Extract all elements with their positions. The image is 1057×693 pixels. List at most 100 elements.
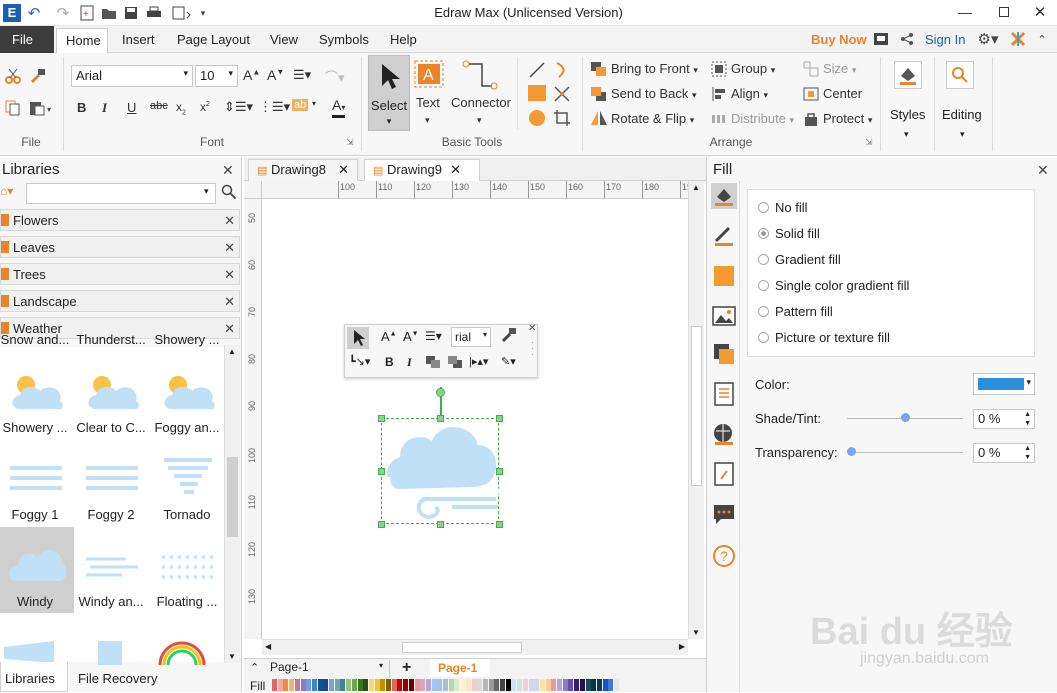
palette-swatch[interactable] <box>363 679 369 691</box>
close-window-icon[interactable]: ✕ <box>1030 3 1050 21</box>
attachment-icon[interactable] <box>711 461 737 487</box>
palette-swatch[interactable] <box>534 679 540 691</box>
library-shape[interactable]: Showery ... <box>0 353 74 439</box>
line-spacing-icon[interactable]: ⇕☰▾ <box>224 99 253 115</box>
fill-option-no-fill[interactable]: No fill <box>758 200 808 215</box>
palette-swatch[interactable] <box>539 679 545 691</box>
protect-button[interactable]: Protect ▾ <box>823 111 872 126</box>
bring-to-front-button[interactable]: Bring to Front ▾ <box>611 61 698 76</box>
rotate-flip-icon[interactable] <box>590 110 608 126</box>
palette-swatch[interactable] <box>500 679 505 691</box>
resize-handle[interactable] <box>437 415 444 422</box>
color-picker[interactable]: ▾ <box>973 373 1035 395</box>
share-icon[interactable] <box>898 31 916 47</box>
palette-swatch[interactable] <box>562 679 568 691</box>
fill-option-picture-or-texture-fill[interactable]: Picture or texture fill <box>758 330 890 345</box>
palette-swatch[interactable] <box>465 679 471 691</box>
close-icon[interactable]: ✕ <box>450 162 461 178</box>
protect-icon[interactable] <box>803 111 819 127</box>
palette-swatch[interactable] <box>488 679 494 691</box>
close-icon[interactable]: ✕ <box>224 294 235 310</box>
layers-icon[interactable] <box>711 341 737 367</box>
palette-swatch[interactable] <box>619 679 625 691</box>
page-selector[interactable]: Page-1 ▾ <box>270 660 390 677</box>
library-shape[interactable]: Floating ... <box>148 527 226 613</box>
rotate-flip-button[interactable]: Rotate & Flip ▾ <box>611 111 694 126</box>
palette-swatch[interactable] <box>557 679 562 691</box>
palette-swatch[interactable] <box>397 679 403 691</box>
shade-tint-input[interactable]: 0 % ▲ ▼ <box>973 409 1035 429</box>
palette-swatch[interactable] <box>340 679 346 691</box>
palette-swatch[interactable] <box>482 679 488 691</box>
library-scrollbar[interactable]: ▲ ▼ <box>224 345 240 663</box>
library-category-landscape[interactable]: Landscape ✕ <box>0 290 240 312</box>
center-icon[interactable] <box>803 86 819 102</box>
library-shape[interactable]: Clear to C... <box>72 353 150 439</box>
palette-swatch[interactable] <box>494 679 500 691</box>
palette-swatch[interactable] <box>528 679 534 691</box>
palette-swatch[interactable] <box>283 679 289 691</box>
palette-swatch[interactable] <box>505 679 511 691</box>
radio-button[interactable] <box>758 228 769 239</box>
send-to-back-icon[interactable] <box>447 355 465 371</box>
library-category-trees[interactable]: Trees ✕ <box>0 263 240 285</box>
cut-icon[interactable] <box>4 67 22 85</box>
scroll-down-icon[interactable]: ▼ <box>692 628 700 637</box>
radio-button[interactable] <box>758 280 769 291</box>
copy-icon[interactable] <box>4 99 22 117</box>
chevron-down-icon[interactable]: ▾ <box>312 99 316 108</box>
spinner-icon[interactable]: ▲ ▼ <box>1024 444 1031 462</box>
palette-swatch[interactable] <box>329 679 334 691</box>
transparency-slider-thumb[interactable] <box>847 447 856 456</box>
palette-swatch[interactable] <box>357 679 363 691</box>
center-button[interactable]: Center <box>823 86 862 101</box>
bring-to-front-icon[interactable] <box>425 355 443 371</box>
maximize-icon[interactable] <box>994 3 1014 21</box>
edit-shape-icon[interactable]: ✎▾ <box>501 355 516 368</box>
palette-swatch[interactable] <box>517 679 523 691</box>
apps-icon[interactable] <box>1009 30 1027 48</box>
group-button[interactable]: Group ▾ <box>731 61 775 76</box>
chevron-down-icon[interactable]: ▾ <box>477 115 482 126</box>
palette-swatch[interactable] <box>403 679 409 691</box>
dialog-launcher-icon[interactable]: ⇲ <box>346 137 354 148</box>
file-menu[interactable]: File <box>0 26 54 53</box>
sign-in-link[interactable]: Sign In <box>925 32 965 47</box>
collapse-ribbon-icon[interactable]: ⌃ <box>1034 30 1050 48</box>
italic-icon[interactable]: I <box>102 100 107 116</box>
bold-icon[interactable]: B <box>385 355 394 369</box>
comment-icon[interactable] <box>711 501 737 527</box>
tab-symbols[interactable]: Symbols <box>319 32 369 47</box>
send-to-back-button[interactable]: Send to Back ▾ <box>611 86 696 101</box>
font-color-icon[interactable]: A▾ <box>332 98 346 118</box>
library-shape[interactable]: Tornado <box>148 440 226 526</box>
align-text-icon[interactable]: ☰▾ <box>293 67 311 83</box>
palette-swatch[interactable] <box>351 679 357 691</box>
home-icon[interactable]: ⌂▾ <box>0 184 22 204</box>
radio-button[interactable] <box>758 306 769 317</box>
file-recovery-tab[interactable]: File Recovery <box>78 671 157 686</box>
resize-handle[interactable] <box>378 521 385 528</box>
image-icon[interactable] <box>711 303 737 329</box>
close-icon[interactable]: ✕ <box>224 267 235 283</box>
close-icon[interactable]: ✕ <box>338 162 349 178</box>
align-text-icon[interactable]: ☰▾ <box>425 329 442 343</box>
italic-icon[interactable]: I <box>407 355 412 370</box>
text-curve-icon[interactable]: ⌒▾ <box>325 67 345 86</box>
spinner-icon[interactable]: ▲ ▼ <box>1024 410 1031 428</box>
palette-swatch[interactable] <box>602 679 608 691</box>
scroll-left-icon[interactable]: ◀ <box>265 642 271 651</box>
font-family-select[interactable]: Arial ▾ <box>71 65 193 87</box>
library-shape[interactable]: Foggy 2 <box>72 440 150 526</box>
scroll-thumb[interactable] <box>691 326 702 486</box>
palette-swatch[interactable] <box>386 679 391 691</box>
library-shape[interactable]: Windy <box>0 527 74 613</box>
cross-tool-icon[interactable] <box>553 85 571 103</box>
transparency-input[interactable]: 0 % ▲ ▼ <box>973 443 1035 463</box>
subscript-icon[interactable]: x2 <box>176 100 186 116</box>
palette-swatch[interactable] <box>374 679 380 691</box>
distribute-button[interactable]: Distribute ▾ <box>731 111 794 126</box>
palette-swatch[interactable] <box>311 679 317 691</box>
align-icon[interactable] <box>711 86 727 102</box>
connector-label[interactable]: Connector <box>451 95 511 110</box>
